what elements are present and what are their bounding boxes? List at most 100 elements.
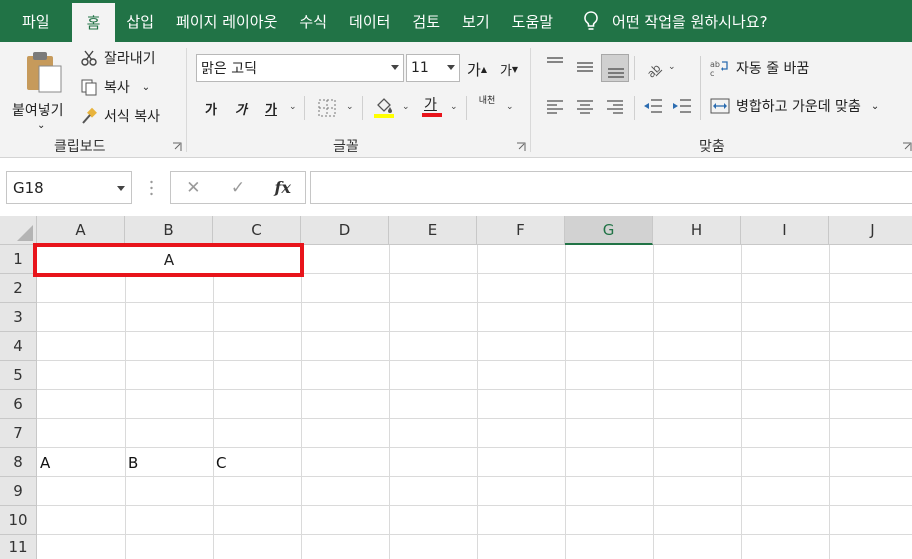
row-header-10[interactable]: 10 — [0, 506, 37, 535]
cell-a8[interactable]: A — [40, 454, 50, 472]
italic-button[interactable]: 가 — [230, 97, 252, 119]
chevron-down-icon[interactable]: ⌄ — [142, 82, 150, 93]
cut-button[interactable]: 잘라내기 — [80, 48, 156, 68]
row-header-2[interactable]: 2 — [0, 274, 37, 303]
chevron-down-icon[interactable]: ⌄ — [37, 120, 45, 131]
gridline — [125, 245, 126, 559]
select-all-button[interactable] — [0, 216, 37, 245]
align-center-icon[interactable] — [575, 98, 595, 114]
cell-c8[interactable]: C — [216, 454, 226, 472]
copy-button[interactable]: 복사 ⌄ — [80, 77, 150, 97]
tab-formulas[interactable]: 수식 — [288, 0, 338, 42]
phonetic-guide-button[interactable]: 내천 — [477, 96, 497, 106]
row-header-4[interactable]: 4 — [0, 332, 37, 361]
format-painter-button[interactable]: 서식 복사 — [80, 106, 160, 126]
font-size-value: 11 — [411, 60, 429, 76]
spreadsheet-grid: A B C D E F G H I J 1 2 3 4 5 6 7 8 9 10… — [0, 216, 912, 559]
dialog-launcher-icon[interactable] — [172, 142, 182, 152]
align-top-icon[interactable] — [545, 56, 565, 72]
cut-label: 잘라내기 — [104, 51, 156, 67]
tab-home[interactable]: 홈 — [71, 3, 116, 42]
underline-button[interactable]: 가 — [260, 97, 282, 119]
chevron-down-icon[interactable]: ⌄ — [450, 102, 458, 112]
wrap-text-button[interactable]: ab c 자동 줄 바꿈 — [710, 58, 809, 78]
formula-input[interactable] — [310, 171, 912, 204]
dialog-launcher-icon[interactable] — [516, 142, 526, 152]
tab-file[interactable]: 파일 — [0, 0, 72, 42]
chevron-down-icon[interactable]: ⌄ — [668, 62, 676, 72]
chevron-down-icon[interactable] — [117, 186, 125, 191]
merge-center-button[interactable]: 병합하고 가운데 맞춤 ⌄ — [710, 96, 879, 116]
decrease-font-size-button[interactable]: 가 ▼ — [498, 58, 520, 80]
column-header-a[interactable]: A — [37, 216, 125, 245]
gridline — [37, 534, 912, 535]
divider — [362, 96, 363, 120]
row-header-1[interactable]: 1 — [0, 245, 37, 274]
name-box[interactable]: G18 — [6, 171, 132, 204]
chevron-down-icon[interactable]: ⌄ — [506, 102, 514, 112]
chevron-down-icon — [391, 65, 399, 70]
orientation-icon[interactable]: ab — [642, 56, 664, 78]
merge-center-icon — [710, 98, 730, 114]
row-header-9[interactable]: 9 — [0, 477, 37, 506]
font-name-dropdown[interactable]: 맑은 고딕 — [196, 54, 404, 82]
tab-page-layout[interactable]: 페이지 레이아웃 — [165, 0, 288, 42]
tab-review[interactable]: 검토 — [401, 0, 451, 42]
tab-data[interactable]: 데이터 — [338, 0, 401, 42]
scissors-icon — [80, 49, 98, 67]
enter-icon[interactable]: ✓ — [216, 178, 261, 198]
row-header-7[interactable]: 7 — [0, 419, 37, 448]
bold-button[interactable]: 가 — [200, 97, 222, 119]
row-header-3[interactable]: 3 — [0, 303, 37, 332]
increase-indent-icon[interactable] — [671, 97, 693, 115]
column-header-b[interactable]: B — [125, 216, 213, 245]
chevron-down-icon[interactable]: ⌄ — [402, 102, 410, 112]
align-bottom-button[interactable] — [601, 54, 629, 82]
chevron-down-icon[interactable]: ⌄ — [346, 102, 354, 112]
tab-view[interactable]: 보기 — [451, 0, 501, 42]
gridline — [389, 245, 390, 559]
row-header-6[interactable]: 6 — [0, 390, 37, 419]
chevron-down-icon[interactable]: ⌄ — [871, 101, 879, 112]
column-header-j[interactable]: J — [829, 216, 912, 245]
border-icon[interactable] — [318, 99, 336, 117]
dialog-launcher-icon[interactable] — [902, 142, 912, 152]
font-group-label: 글꼴 — [333, 139, 359, 155]
fill-color-icon[interactable] — [374, 95, 394, 119]
decrease-indent-icon[interactable] — [642, 97, 664, 115]
divider — [634, 96, 635, 120]
row-header-8[interactable]: 8 — [0, 448, 37, 477]
svg-text:ab: ab — [710, 60, 720, 69]
column-header-i[interactable]: I — [741, 216, 829, 245]
cancel-icon[interactable]: ✕ — [171, 178, 216, 198]
align-bottom-icon — [608, 68, 624, 78]
tab-help[interactable]: 도움말 — [501, 0, 564, 42]
group-divider — [186, 48, 187, 152]
tell-me-text: 어떤 작업을 원하시나요? — [612, 12, 768, 31]
column-header-d[interactable]: D — [301, 216, 389, 245]
row-header-5[interactable]: 5 — [0, 361, 37, 390]
column-header-c[interactable]: C — [213, 216, 301, 245]
tab-insert[interactable]: 삽입 — [115, 0, 165, 42]
tell-me-box[interactable]: 어떤 작업을 원하시나요? — [582, 0, 768, 42]
lightbulb-icon — [584, 11, 598, 30]
more-options-icon[interactable] — [150, 180, 153, 196]
column-header-h[interactable]: H — [653, 216, 741, 245]
chevron-down-icon — [447, 65, 455, 70]
column-header-f[interactable]: F — [477, 216, 565, 245]
align-left-icon[interactable] — [545, 98, 565, 114]
font-size-dropdown[interactable]: 11 — [406, 54, 460, 82]
insert-function-icon[interactable]: fx — [260, 178, 305, 197]
align-middle-icon[interactable] — [575, 59, 595, 75]
row-header-11[interactable]: 11 — [0, 535, 37, 559]
cell-b8[interactable]: B — [128, 454, 138, 472]
font-color-button[interactable]: 가 — [422, 94, 444, 118]
gridline — [37, 476, 912, 477]
align-right-icon[interactable] — [605, 98, 625, 114]
increase-font-size-button[interactable]: 가 ▲ — [466, 58, 488, 80]
copy-icon — [80, 78, 98, 96]
chevron-down-icon[interactable]: ⌄ — [289, 102, 297, 112]
group-divider — [530, 48, 531, 152]
column-header-e[interactable]: E — [389, 216, 477, 245]
column-header-g[interactable]: G — [565, 216, 653, 245]
